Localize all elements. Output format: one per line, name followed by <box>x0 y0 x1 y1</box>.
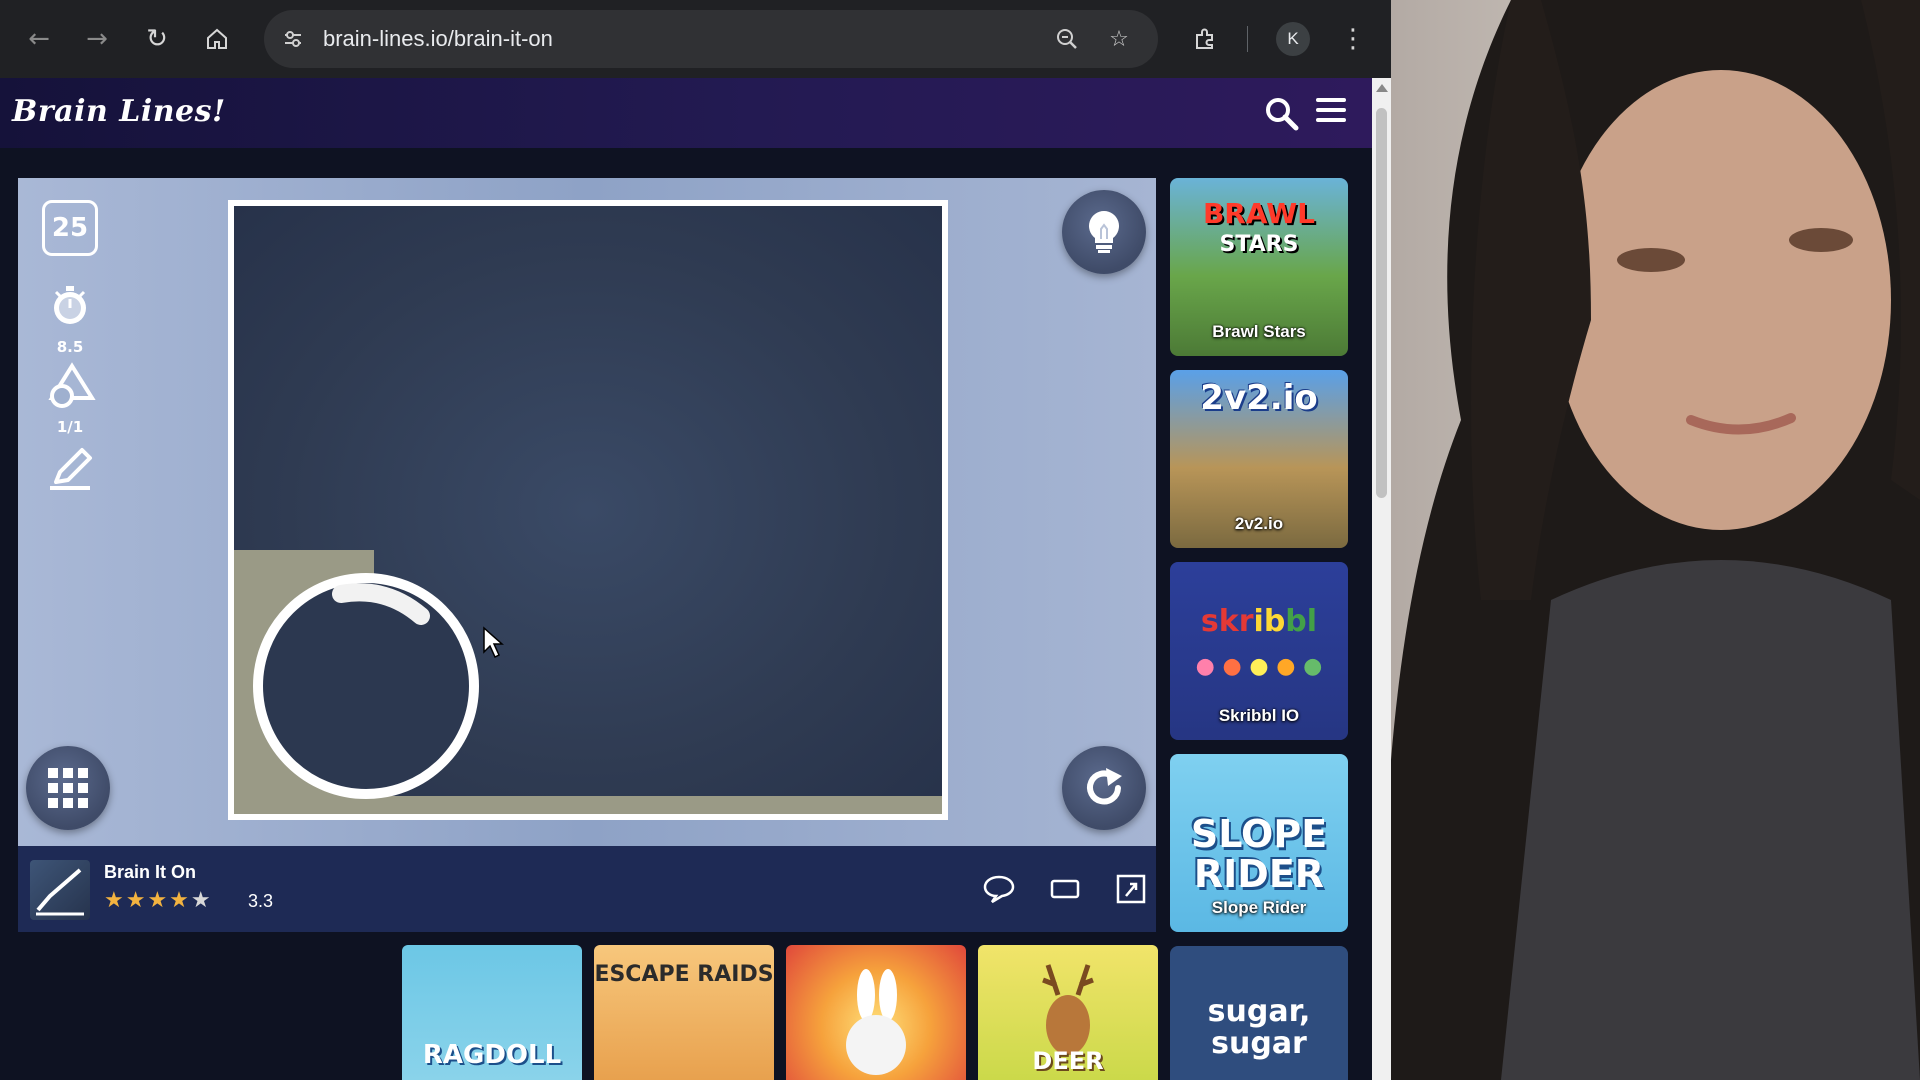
scroll-up-arrow[interactable] <box>1376 84 1388 92</box>
site-info-icon[interactable] <box>278 24 308 54</box>
stopwatch-icon <box>42 282 98 330</box>
drawing-canvas[interactable] <box>228 200 948 820</box>
fullscreen-icon[interactable] <box>1114 874 1148 904</box>
extensions-icon[interactable] <box>1188 22 1222 56</box>
game-tile-2v2io[interactable]: 2v2.io 2v2.io <box>1170 370 1348 548</box>
profile-avatar[interactable]: K <box>1276 22 1310 56</box>
pencil-icon[interactable] <box>42 444 98 492</box>
hamburger-menu-icon[interactable] <box>1316 98 1346 128</box>
more-menu-icon[interactable]: ⋮ <box>1336 22 1370 56</box>
tile-art-text: RAGDOLL <box>422 1040 562 1070</box>
bookmark-star-icon[interactable]: ☆ <box>1104 24 1134 54</box>
game-tile-brawl-stars[interactable]: BRAWL STARS Brawl Stars <box>1170 178 1348 356</box>
rating-value: 3.3 <box>248 891 274 911</box>
game-tile-slope-rider[interactable]: SLOPE RIDER Slope Rider <box>1170 754 1348 932</box>
level-menu-button[interactable] <box>26 746 110 830</box>
shapes-icon <box>42 362 98 410</box>
url-text[interactable]: brain-lines.io/brain-it-on <box>323 26 553 52</box>
page-scrollbar[interactable] <box>1372 78 1391 1080</box>
site-logo[interactable]: Brain Lines! <box>12 94 226 129</box>
game-tile-sugar-sugar[interactable]: sugar, sugar <box>1170 946 1348 1080</box>
tile-art-text: sugar, sugar <box>1207 994 1311 1061</box>
scrollbar-thumb[interactable] <box>1376 108 1387 498</box>
search-icon[interactable] <box>1264 96 1300 132</box>
drawn-circle <box>253 573 479 799</box>
star-rating[interactable]: ★★★★★ <box>104 888 213 913</box>
mouse-cursor-icon <box>483 626 504 659</box>
back-icon[interactable]: ← <box>22 22 56 56</box>
game-title: Brain It On <box>104 862 197 882</box>
reload-icon[interactable]: ↻ <box>140 22 174 56</box>
game-tile-deer[interactable]: DEER <box>978 945 1158 1080</box>
grid-icon <box>48 768 88 808</box>
bunny-character-icon <box>846 969 906 1075</box>
game-tile-escape-raids[interactable]: ESCAPE RAIDS <box>594 945 774 1080</box>
game-info-bar: Brain It On ★★★★★ 3.3 <box>18 846 1156 932</box>
tile-art-text: ESCAPE RAIDS <box>594 962 774 987</box>
toolbar-divider <box>1247 26 1248 52</box>
game-frame: 25 8.5 1/1 <box>18 178 1156 846</box>
restart-button[interactable] <box>1062 746 1146 830</box>
game-tile-bunny-shooter[interactable] <box>786 945 966 1080</box>
game-tile-ragdoll[interactable]: RAGDOLL <box>402 945 582 1080</box>
site-header: Brain Lines! <box>0 78 1372 148</box>
timer-value: 8.5 <box>56 338 84 356</box>
tile-label: Slope Rider <box>1211 898 1307 917</box>
theater-mode-icon[interactable] <box>1048 874 1082 904</box>
comment-icon[interactable] <box>982 874 1016 904</box>
tile-label: Brawl Stars <box>1212 322 1306 341</box>
home-icon[interactable] <box>200 22 234 56</box>
tile-label: 2v2.io <box>1234 514 1284 533</box>
address-bar[interactable]: brain-lines.io/brain-it-on ☆ <box>264 10 1158 68</box>
browser-toolbar: ← → ↻ brain-lines.io/brain-it-on ☆ K ⋮ <box>0 0 1391 78</box>
webcam-person-image <box>1391 0 1920 1080</box>
forward-icon[interactable]: → <box>80 22 114 56</box>
page-content: Brain Lines! 25 8.5 1/1 Brain It On ★★★★… <box>0 78 1372 1080</box>
webcam-overlay <box>1391 0 1920 1080</box>
game-tile-skribbl[interactable]: skribbl ● ● ● ● ● Skribbl IO <box>1170 562 1348 740</box>
tile-label: Skribbl IO <box>1218 706 1300 725</box>
hint-button[interactable] <box>1062 190 1146 274</box>
zoom-icon[interactable] <box>1052 24 1082 54</box>
game-thumbnail[interactable] <box>30 860 90 920</box>
tile-art-text: DEER <box>1032 1047 1104 1075</box>
lightbulb-icon <box>1089 211 1119 253</box>
level-number: 25 <box>42 200 98 256</box>
restart-icon <box>1087 768 1122 805</box>
tile-art-text: 2v2.io <box>1200 378 1318 418</box>
shapes-counter: 1/1 <box>56 418 84 436</box>
